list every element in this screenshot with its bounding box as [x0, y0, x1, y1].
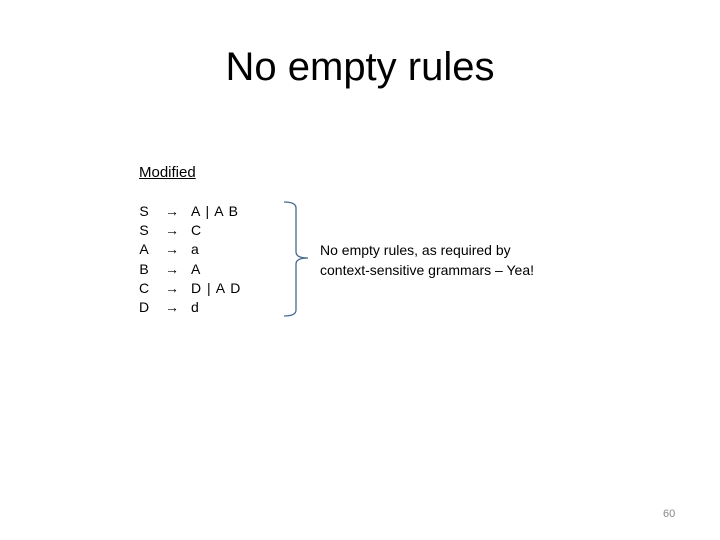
note-line: context-sensitive grammars – Yea! [320, 262, 534, 278]
rule-rhs: d [191, 298, 200, 315]
arrow-icon: → [165, 260, 179, 277]
note-text: No empty rules, as required by context-s… [320, 240, 534, 280]
rule-lhs: D [138, 298, 150, 315]
arrow-icon: → [165, 279, 179, 296]
brace-stroke [283, 201, 309, 317]
rule-lhs: B [139, 260, 149, 277]
arrow-icon: → [165, 241, 179, 258]
page-number: 60 [663, 508, 676, 520]
rule-lhs: C [138, 279, 150, 296]
rule-lhs: S [139, 203, 149, 219]
rule-rhs: A | A B [191, 203, 240, 219]
arrow-icon: → [165, 298, 179, 315]
rule-lhs: S [139, 222, 149, 239]
subheading: Modified [139, 164, 196, 181]
rule-rhs: C [191, 222, 203, 239]
slide-title: No empty rules [225, 45, 495, 89]
rule-rhs: D | A D [191, 279, 242, 296]
note-line: No empty rules, as required by [320, 242, 511, 258]
arrow-icon: → [165, 222, 179, 239]
rule-rhs: a [191, 241, 200, 258]
rule-lhs: A [139, 241, 149, 258]
right-brace-icon [283, 201, 309, 317]
rule-rhs: A [191, 260, 202, 277]
arrow-icon: → [165, 203, 179, 219]
